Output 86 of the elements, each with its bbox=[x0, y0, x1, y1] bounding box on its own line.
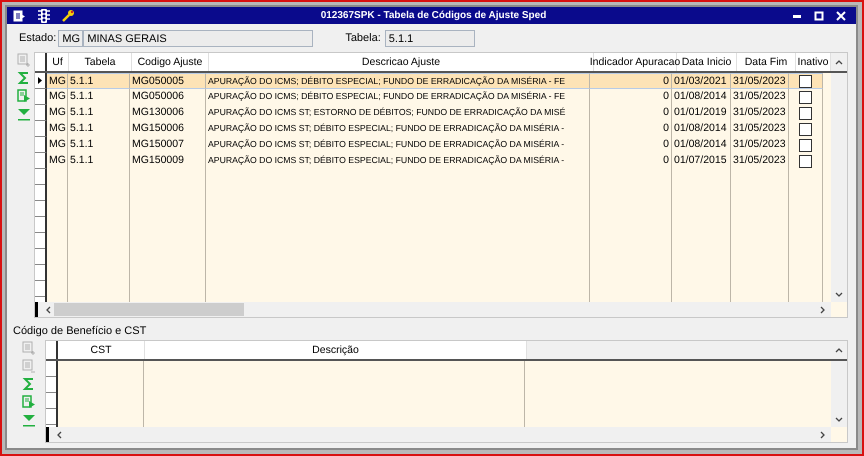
table-cell: 31/05/2023 bbox=[731, 73, 789, 89]
table-cell: MG130006 bbox=[130, 105, 206, 121]
inativo-checkbox[interactable] bbox=[799, 154, 812, 168]
table-cell: 31/05/2023 bbox=[731, 89, 789, 105]
table-cell: 0 bbox=[590, 121, 672, 137]
row-header[interactable] bbox=[35, 137, 47, 153]
estado-label: Estado: bbox=[19, 32, 56, 44]
table-cell: MG050006 bbox=[130, 89, 206, 105]
scroll-down-icon[interactable] bbox=[835, 292, 843, 298]
row-header[interactable] bbox=[35, 153, 47, 169]
table-cell: 5.1.1 bbox=[68, 73, 130, 89]
table-cell: 5.1.1 bbox=[68, 105, 130, 121]
scroll-up-icon[interactable] bbox=[835, 59, 843, 65]
table-cell: 5.1.1 bbox=[68, 89, 130, 105]
table-cell: APURAÇÃO DO ICMS ST; DÉBITO ESPECIAL; FUNDO DE ERRADICAÇÃO DA MISÉRIA - bbox=[206, 153, 590, 169]
column-header[interactable]: Uf bbox=[47, 53, 69, 71]
row-header[interactable] bbox=[35, 105, 47, 121]
table-cell: 5.1.1 bbox=[68, 121, 130, 137]
scroll-right-icon[interactable] bbox=[820, 306, 826, 314]
tabela-label: Tabela: bbox=[345, 32, 381, 44]
window-title: 012367SPK - Tabela de Códigos de Ajuste Sped bbox=[320, 10, 548, 21]
table-cell: 0 bbox=[590, 137, 672, 153]
tabela-field[interactable]: 5.1.1 bbox=[384, 30, 475, 46]
table-cell: 0 bbox=[590, 89, 672, 105]
table-cell: MG050005 bbox=[130, 73, 206, 89]
table-cell: MG bbox=[47, 153, 68, 169]
table-cell: 0 bbox=[590, 73, 672, 89]
table-cell: 31/05/2023 bbox=[731, 153, 789, 169]
column-header[interactable]: Data Fim bbox=[737, 53, 796, 71]
inativo-checkbox[interactable] bbox=[799, 90, 812, 104]
inativo-checkbox[interactable] bbox=[799, 138, 812, 152]
table-row[interactable]: MG 5.1.1 MG150009 APURAÇÃO DO ICMS ST; DÉBITO ESPECIAL; FUNDO DE ERRADICAÇÃO DA MISÉRIA - 0 01/07/2015 31/05/2023 bbox=[35, 153, 831, 169]
row-header[interactable] bbox=[35, 73, 47, 89]
row-header[interactable] bbox=[35, 89, 47, 105]
table-cell: MG bbox=[47, 105, 68, 121]
scroll-right-icon[interactable] bbox=[820, 430, 826, 438]
table-cell: 01/03/2021 bbox=[672, 73, 731, 89]
scroll-up-icon[interactable] bbox=[835, 347, 843, 353]
table-cell: 01/08/2014 bbox=[672, 121, 731, 137]
row-header[interactable] bbox=[35, 121, 47, 137]
row-pointer-icon bbox=[38, 77, 42, 84]
table-cell: MG150009 bbox=[130, 153, 206, 169]
table-cell: 01/07/2015 bbox=[672, 153, 731, 169]
table-cell: 5.1.1 bbox=[68, 153, 130, 169]
scroll-left-icon[interactable] bbox=[56, 430, 62, 438]
traffic-light-icon[interactable] bbox=[38, 8, 50, 22]
inativo-checkbox[interactable] bbox=[799, 106, 812, 120]
table-cell: MG bbox=[47, 89, 68, 105]
row-header-column bbox=[46, 361, 58, 427]
scroll-left-icon[interactable] bbox=[45, 306, 51, 314]
table-cell: 01/01/2019 bbox=[672, 105, 731, 121]
table-row[interactable]: MG 5.1.1 MG050006 APURAÇÃO DO ICMS; DÉBITO ESPECIAL; FUNDO DE ERRADICAÇÃO DA MISÉRIA - FE 0 01/08/2014 31/05/2023 bbox=[35, 89, 831, 105]
table-cell: MG150006 bbox=[130, 121, 206, 137]
estado-name-field[interactable]: MINAS GERAIS bbox=[83, 30, 314, 46]
table-row[interactable]: MG 5.1.1 MG130006 APURAÇÃO DO ICMS ST; ESTORNO DE DÉBITOS; FUNDO DE ERRADICAÇÃO DA MISÉ 0 01/01/2019 31/05/2023 bbox=[35, 105, 831, 121]
table-cell: MG150007 bbox=[130, 137, 206, 153]
table-cell: APURAÇÃO DO ICMS; DÉBITO ESPECIAL; FUNDO DE ERRADICAÇÃO DA MISÉRIA - FE bbox=[206, 73, 590, 89]
column-header[interactable]: Codigo Ajuste bbox=[132, 53, 209, 71]
maximize-icon[interactable] bbox=[814, 10, 824, 20]
table-cell: MG bbox=[47, 137, 68, 153]
table-cell: 0 bbox=[590, 105, 672, 121]
table-cell: 5.1.1 bbox=[68, 137, 130, 153]
table-cell: APURAÇÃO DO ICMS; DÉBITO ESPECIAL; FUNDO DE ERRADICAÇÃO DA MISÉRIA - FE bbox=[206, 89, 590, 105]
table-cell: 01/08/2014 bbox=[672, 89, 731, 105]
close-icon[interactable] bbox=[836, 10, 846, 20]
table-cell: 31/05/2023 bbox=[731, 137, 789, 153]
table-row[interactable]: MG 5.1.1 MG050005 APURAÇÃO DO ICMS; DÉBITO ESPECIAL; FUNDO DE ERRADICAÇÃO DA MISÉRIA - FE 0 01/03/2021 31/05/2023 bbox=[35, 73, 831, 89]
table-row[interactable]: MG 5.1.1 MG150007 APURAÇÃO DO ICMS ST; DÉBITO ESPECIAL; FUNDO DE ERRADICAÇÃO DA MISÉRIA - 0 01/08/2014 31/05/2023 bbox=[35, 137, 831, 153]
document-arrow-icon[interactable] bbox=[13, 10, 26, 22]
scrollbar-thumb[interactable] bbox=[54, 303, 244, 316]
estado-code-field[interactable]: MG bbox=[58, 30, 84, 46]
table-cell: 31/05/2023 bbox=[731, 105, 789, 121]
section-title: Código de Benefício e CST bbox=[13, 325, 148, 336]
inativo-checkbox[interactable] bbox=[799, 122, 812, 136]
table-cell: APURAÇÃO DO ICMS ST; ESTORNO DE DÉBITOS; FUNDO DE ERRADICAÇÃO DA MISÉ bbox=[206, 105, 590, 121]
table-cell: 0 bbox=[590, 153, 672, 169]
table-cell: APURAÇÃO DO ICMS ST; DÉBITO ESPECIAL; FUNDO DE ERRADICAÇÃO DA MISÉRIA - bbox=[206, 137, 590, 153]
table-cell: 31/05/2023 bbox=[731, 121, 789, 137]
table-cell: MG bbox=[47, 121, 68, 137]
table-row[interactable]: MG 5.1.1 MG150006 APURAÇÃO DO ICMS ST; DÉBITO ESPECIAL; FUNDO DE ERRADICAÇÃO DA MISÉRIA - 0 01/08/2014 31/05/2023 bbox=[35, 121, 831, 137]
scroll-down-icon[interactable] bbox=[835, 417, 843, 423]
table-cell: 01/08/2014 bbox=[672, 137, 731, 153]
table-cell: MG bbox=[47, 73, 68, 89]
inativo-checkbox[interactable] bbox=[799, 74, 812, 88]
table-cell: APURAÇÃO DO ICMS ST; DÉBITO ESPECIAL; FUNDO DE ERRADICAÇÃO DA MISÉRIA - bbox=[206, 121, 590, 137]
column-header[interactable]: Tabela bbox=[69, 53, 132, 71]
